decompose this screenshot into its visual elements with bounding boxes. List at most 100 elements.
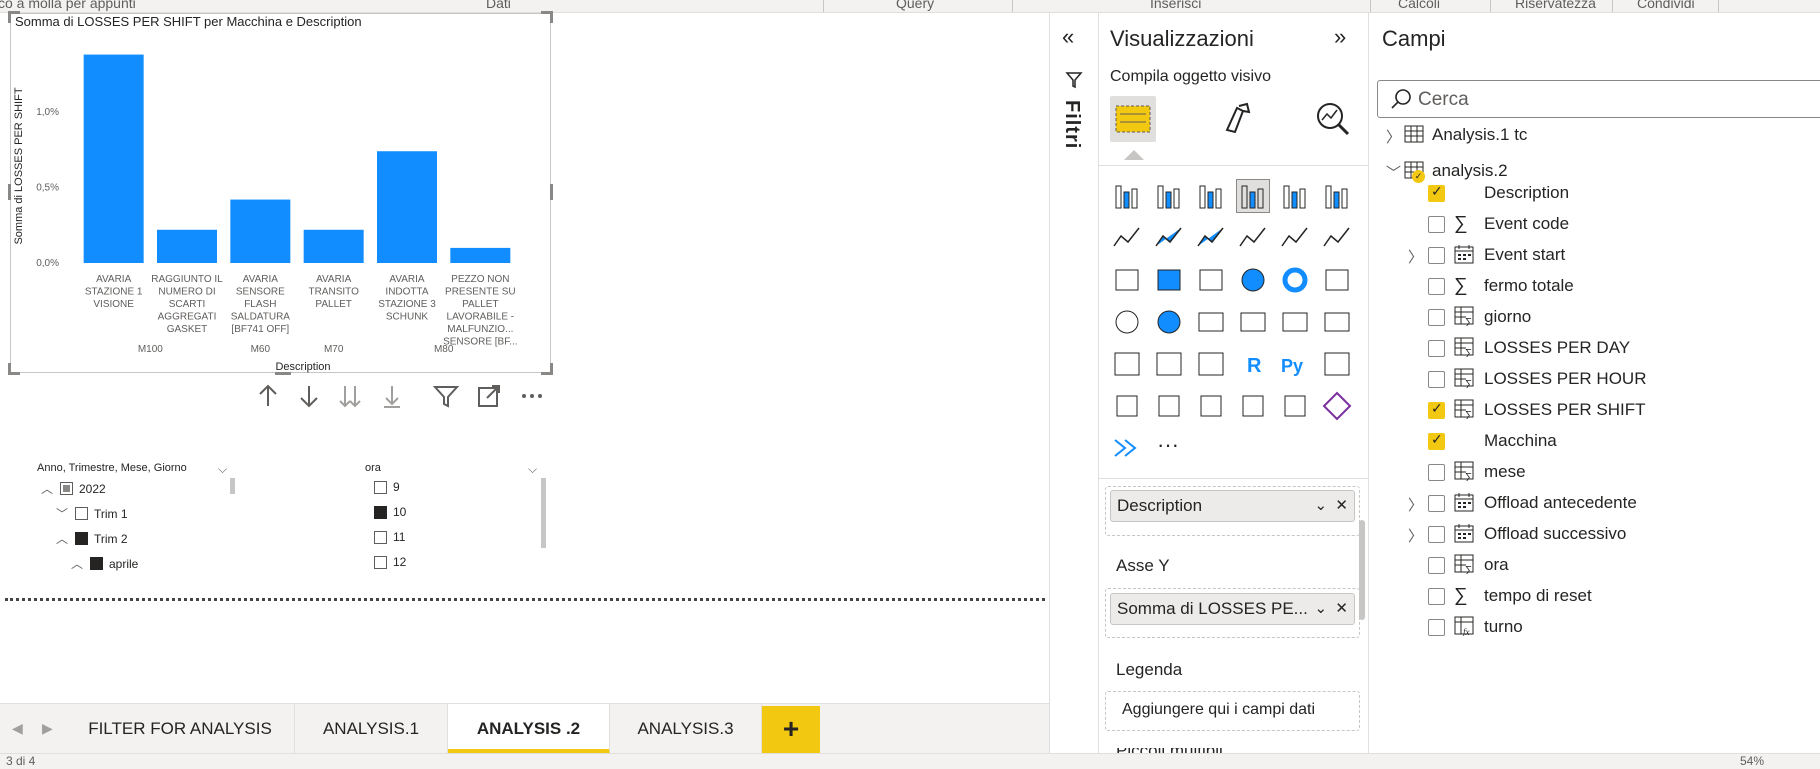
date-slicer-item[interactable]: ︿ Trim 2 (55, 530, 128, 547)
viz-pane-scrollbar[interactable] (1359, 520, 1365, 620)
field-checkbox[interactable] (1428, 340, 1445, 357)
chevron-down-icon[interactable]: ﹀ (1386, 162, 1401, 183)
line-stacked-column-icon[interactable] (1279, 222, 1311, 254)
field-checkbox[interactable] (1428, 278, 1445, 295)
zoom-level[interactable]: 54% (1740, 754, 1764, 768)
slicer-checkbox[interactable] (374, 480, 387, 494)
filled-map-icon[interactable] (1153, 306, 1185, 338)
chevron-down-icon[interactable]: ⌵ (218, 462, 227, 477)
map-icon[interactable] (1111, 306, 1143, 338)
hour-slicer-item[interactable]: 12 (374, 555, 406, 569)
field-checkbox[interactable] (1428, 216, 1445, 233)
bar[interactable] (303, 229, 364, 263)
slicer-scrollbar[interactable] (230, 478, 235, 494)
close-icon[interactable]: ✕ (1335, 497, 1348, 514)
resize-handle[interactable] (550, 363, 553, 375)
chevron-down-icon[interactable]: ⌵ (528, 462, 537, 477)
collapse-icon[interactable]: ︿ (40, 480, 54, 497)
slicer-scrollbar[interactable] (541, 478, 546, 548)
hour-slicer-item[interactable]: 9 (374, 480, 400, 494)
bar[interactable] (230, 199, 291, 263)
filters-pane-label[interactable]: Filtri (1060, 100, 1083, 149)
drill-up-icon[interactable] (254, 382, 282, 410)
collapse-icon[interactable]: ︿ (55, 530, 69, 547)
collapse-icon[interactable]: ︿ (70, 555, 84, 572)
table-name[interactable]: Analysis.1 tc (1432, 120, 1527, 150)
more-options-icon[interactable] (518, 382, 546, 410)
field-checkbox[interactable] (1428, 247, 1445, 264)
y-axis-field-pill[interactable]: Somma di LOSSES PE... ⌄ ✕ (1110, 593, 1355, 625)
power-automate-flow-icon[interactable] (1111, 432, 1143, 464)
drill-down-icon[interactable] (295, 382, 323, 410)
slicer-checkbox[interactable] (90, 557, 103, 570)
clustered-bar-chart-icon[interactable] (1195, 180, 1227, 212)
chevron-right-icon[interactable]: 〉 (1408, 246, 1423, 267)
expand-icon[interactable]: ﹀ (55, 505, 69, 522)
field-checkbox[interactable] (1428, 526, 1445, 543)
field-checkbox[interactable] (1428, 557, 1445, 574)
field-checkbox[interactable] (1428, 495, 1445, 512)
analytics-magnifier-icon[interactable] (1310, 96, 1356, 142)
kpi-icon[interactable] (1321, 306, 1353, 338)
bar[interactable] (157, 229, 217, 263)
resize-handle[interactable] (8, 363, 11, 375)
close-icon[interactable]: ✕ (1335, 600, 1348, 617)
tab-analysis-3[interactable]: ANALYSIS.3 (610, 704, 762, 754)
tab-filter-for-analysis[interactable]: FILTER FOR ANALYSIS (66, 704, 295, 754)
slicer-checkbox[interactable] (60, 482, 73, 495)
date-slicer-item[interactable]: ︿ 2022 (40, 480, 106, 497)
fields-well-tab-icon[interactable] (1110, 96, 1156, 142)
tab-prev-arrow[interactable]: ◀ (12, 720, 23, 737)
chevron-down-icon[interactable]: ⌄ (1315, 600, 1328, 617)
ribbon-chart-icon[interactable] (1321, 222, 1353, 254)
x-axis-field-pill[interactable]: Description ⌄ ✕ (1110, 490, 1355, 522)
slicer-icon[interactable] (1111, 348, 1143, 380)
card-icon[interactable] (1237, 306, 1269, 338)
ribbon-group-share[interactable]: Condividi (1637, 0, 1695, 11)
funnel-chart-icon[interactable] (1153, 264, 1185, 296)
resize-handle[interactable] (275, 372, 291, 375)
ribbon-group-calc[interactable]: Calcoli (1398, 0, 1440, 11)
focus-mode-icon[interactable] (475, 382, 503, 410)
bar[interactable] (83, 54, 144, 263)
pie-chart-icon[interactable] (1237, 264, 1269, 296)
slicer-checkbox[interactable] (75, 532, 88, 545)
field-checkbox[interactable] (1428, 464, 1445, 481)
add-page-button[interactable]: + (762, 706, 820, 754)
ribbon-group-query[interactable]: Query (896, 0, 934, 11)
ribbon-group-clipboard[interactable]: co a molla per appunti (0, 0, 136, 11)
bar-chart-visual[interactable]: Somma di LOSSES PER SHIFT per Macchina e… (8, 11, 553, 375)
slicer-checkbox[interactable] (374, 505, 387, 519)
smart-narrative-icon[interactable] (1237, 390, 1269, 422)
line-chart-icon[interactable] (1111, 222, 1143, 254)
donut-chart-icon[interactable] (1279, 264, 1311, 296)
field-checkbox[interactable] (1428, 431, 1445, 450)
100-stacked-bar-chart-icon[interactable] (1279, 180, 1311, 212)
gauge-icon[interactable] (1195, 306, 1227, 338)
scatter-chart-icon[interactable] (1195, 264, 1227, 296)
python-icon[interactable]: Py (1279, 348, 1311, 380)
paginated-report-icon[interactable] (1195, 390, 1227, 422)
resize-handle[interactable] (8, 11, 11, 23)
expand-left-icon[interactable]: « (1062, 24, 1074, 50)
ribbon-group-insert[interactable]: Inserisci (1150, 0, 1201, 11)
chevron-right-icon[interactable]: 〉 (1408, 525, 1423, 546)
filter-icon[interactable] (432, 382, 460, 410)
100-stacked-column-chart-icon[interactable] (1321, 180, 1353, 212)
line-clustered-column-icon[interactable] (1237, 222, 1269, 254)
power-apps-icon[interactable] (1279, 390, 1311, 422)
resize-handle[interactable] (8, 184, 11, 200)
hour-slicer-item[interactable]: 10 (374, 505, 406, 519)
slicer-checkbox[interactable] (75, 507, 88, 520)
chevron-down-icon[interactable]: ⌄ (1315, 497, 1328, 514)
r-script-icon[interactable]: R (1237, 348, 1269, 380)
field-checkbox[interactable] (1428, 619, 1445, 636)
decomposition-tree-icon[interactable] (1111, 390, 1143, 422)
table-icon[interactable] (1153, 348, 1185, 380)
area-chart-icon[interactable] (1153, 222, 1185, 254)
stacked-bar-chart-icon[interactable] (1111, 180, 1143, 212)
qa-icon[interactable] (1153, 390, 1185, 422)
multi-row-card-icon[interactable] (1279, 306, 1311, 338)
expand-all-down-icon[interactable] (336, 382, 364, 410)
clustered-column-chart-icon[interactable] (1236, 179, 1270, 213)
